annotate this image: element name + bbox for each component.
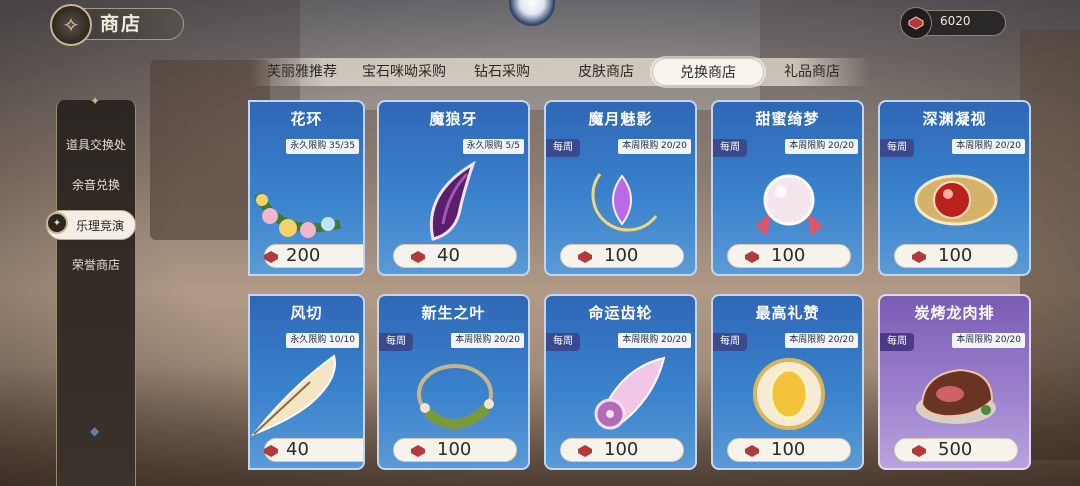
item-price: 100 bbox=[604, 245, 639, 266]
currency-gem-icon bbox=[578, 445, 592, 457]
gear-wing-icon bbox=[594, 356, 666, 430]
item-name: 炭烤龙肉排 bbox=[914, 304, 995, 322]
purchase-limit: 本周限购 20/20 bbox=[451, 333, 524, 348]
shop-card-fate-gear[interactable]: 命运齿轮 每周 本周限购 20/20 100 bbox=[544, 294, 697, 470]
shop-card-moon-phantom[interactable]: 魔月魅影 每周 本周限购 20/20 100 bbox=[544, 100, 697, 276]
shop-card-sweet-dream[interactable]: 甜蜜绮梦 每周 本周限购 20/20 100 bbox=[711, 100, 864, 276]
shop-card-abyss-gaze[interactable]: 深渊凝视 每周 本周限购 20/20 100 bbox=[878, 100, 1031, 276]
sidebar-item-honor-shop[interactable]: 荣誉商店 bbox=[56, 250, 136, 280]
purchase-limit: 永久限购 35/35 bbox=[286, 139, 359, 154]
purchase-limit: 本周限购 20/20 bbox=[785, 333, 858, 348]
tab-skin-shop[interactable]: 皮肤商店 bbox=[564, 58, 648, 86]
shop-item-grid: 花环 永久限购 35/35 200 魔狼牙 永久限购 5/5 40 魔月魅影 每… bbox=[248, 100, 1038, 486]
currency-gem-icon bbox=[745, 445, 759, 457]
item-name: 深渊凝视 bbox=[922, 110, 987, 128]
item-price: 40 bbox=[286, 439, 309, 460]
item-name: 最高礼赞 bbox=[755, 304, 820, 322]
currency-value: 6020 bbox=[940, 14, 971, 28]
purchase-limit: 本周限购 20/20 bbox=[952, 139, 1025, 154]
sidebar-item-echo-exchange[interactable]: 余音兑换 bbox=[56, 170, 136, 200]
tab-bar: 芙丽雅推荐 宝石咪呦采购 钻石采购 皮肤商店 兑换商店 礼品商店 bbox=[246, 58, 886, 86]
currency-gem-icon bbox=[264, 445, 278, 457]
purchase-limit: 本周限购 20/20 bbox=[618, 333, 691, 348]
back-button[interactable]: ✧ bbox=[50, 4, 92, 46]
wolf-fang-icon bbox=[429, 160, 476, 241]
item-price: 500 bbox=[938, 439, 973, 460]
active-marker-icon: ✦ bbox=[46, 212, 68, 234]
item-price: 100 bbox=[437, 439, 472, 460]
page-title: 商店 bbox=[100, 13, 143, 35]
sidebar-diamond-icon: ◆ bbox=[90, 424, 100, 438]
purchase-limit: 本周限购 20/20 bbox=[952, 333, 1025, 348]
shop-card-wolf-fang[interactable]: 魔狼牙 永久限购 5/5 40 bbox=[377, 100, 530, 276]
red-eye-gem-icon bbox=[914, 174, 998, 226]
item-name: 魔月魅影 bbox=[588, 110, 653, 128]
item-price: 40 bbox=[437, 245, 460, 266]
item-name: 命运齿轮 bbox=[588, 304, 653, 322]
currency-gem-icon bbox=[264, 251, 278, 263]
item-name: 新生之叶 bbox=[421, 304, 486, 322]
flower-wreath-icon bbox=[253, 191, 342, 238]
item-name: 甜蜜绮梦 bbox=[755, 110, 820, 128]
purchase-limit: 永久限购 10/10 bbox=[286, 333, 359, 348]
currency-gem-icon bbox=[411, 251, 425, 263]
shop-card-grilled-dragon-steak[interactable]: 炭烤龙肉排 每周 本周限购 20/20 500 bbox=[878, 294, 1031, 470]
shop-card-highest-praise[interactable]: 最高礼赞 每周 本周限购 20/20 100 bbox=[711, 294, 864, 470]
item-price: 100 bbox=[771, 245, 806, 266]
sidebar-ornament-icon: ✦ bbox=[90, 94, 101, 108]
tab-exchange-shop[interactable]: 兑换商店 bbox=[652, 58, 764, 86]
shop-card-newborn-leaf[interactable]: 新生之叶 每周 本周限购 20/20 100 bbox=[377, 294, 530, 470]
purchase-limit: 本周限购 20/20 bbox=[785, 139, 858, 154]
purchase-limit: 永久限购 5/5 bbox=[462, 139, 524, 154]
compass-icon: ✧ bbox=[62, 13, 80, 37]
currency-gem-icon bbox=[912, 251, 926, 263]
item-price: 200 bbox=[286, 245, 321, 266]
candy-icon bbox=[755, 174, 823, 236]
quill-icon bbox=[250, 354, 336, 437]
gold-medal-icon bbox=[753, 358, 825, 430]
purchase-limit: 本周限购 20/20 bbox=[618, 139, 691, 154]
item-name: 魔狼牙 bbox=[429, 110, 478, 128]
currency-gem-icon bbox=[411, 445, 425, 457]
currency-gem-icon bbox=[745, 251, 759, 263]
item-price: 100 bbox=[771, 439, 806, 460]
moon-gem-icon bbox=[591, 173, 658, 232]
currency-gem-icon bbox=[912, 445, 926, 457]
tab-gift-shop[interactable]: 礼品商店 bbox=[770, 58, 854, 86]
tab-recommend[interactable]: 芙丽雅推荐 bbox=[254, 58, 350, 86]
tab-diamond-purchase[interactable]: 钻石采购 bbox=[460, 58, 544, 86]
leaf-bracelet-icon bbox=[417, 364, 494, 430]
shop-card-wind-cut[interactable]: 风切 永久限购 10/10 40 bbox=[248, 294, 365, 470]
item-price: 100 bbox=[604, 439, 639, 460]
currency-gem-icon bbox=[900, 7, 932, 39]
item-name: 风切 bbox=[290, 304, 323, 322]
shop-card-flower-wreath[interactable]: 花环 永久限购 35/35 200 bbox=[248, 100, 365, 276]
tab-gem-purchase[interactable]: 宝石咪呦采购 bbox=[352, 58, 456, 86]
sidebar-item-item-exchange[interactable]: 道具交换处 bbox=[56, 130, 136, 160]
item-price: 100 bbox=[938, 245, 973, 266]
item-name: 花环 bbox=[290, 110, 323, 128]
steak-icon bbox=[916, 368, 996, 424]
currency-gem-icon bbox=[578, 251, 592, 263]
